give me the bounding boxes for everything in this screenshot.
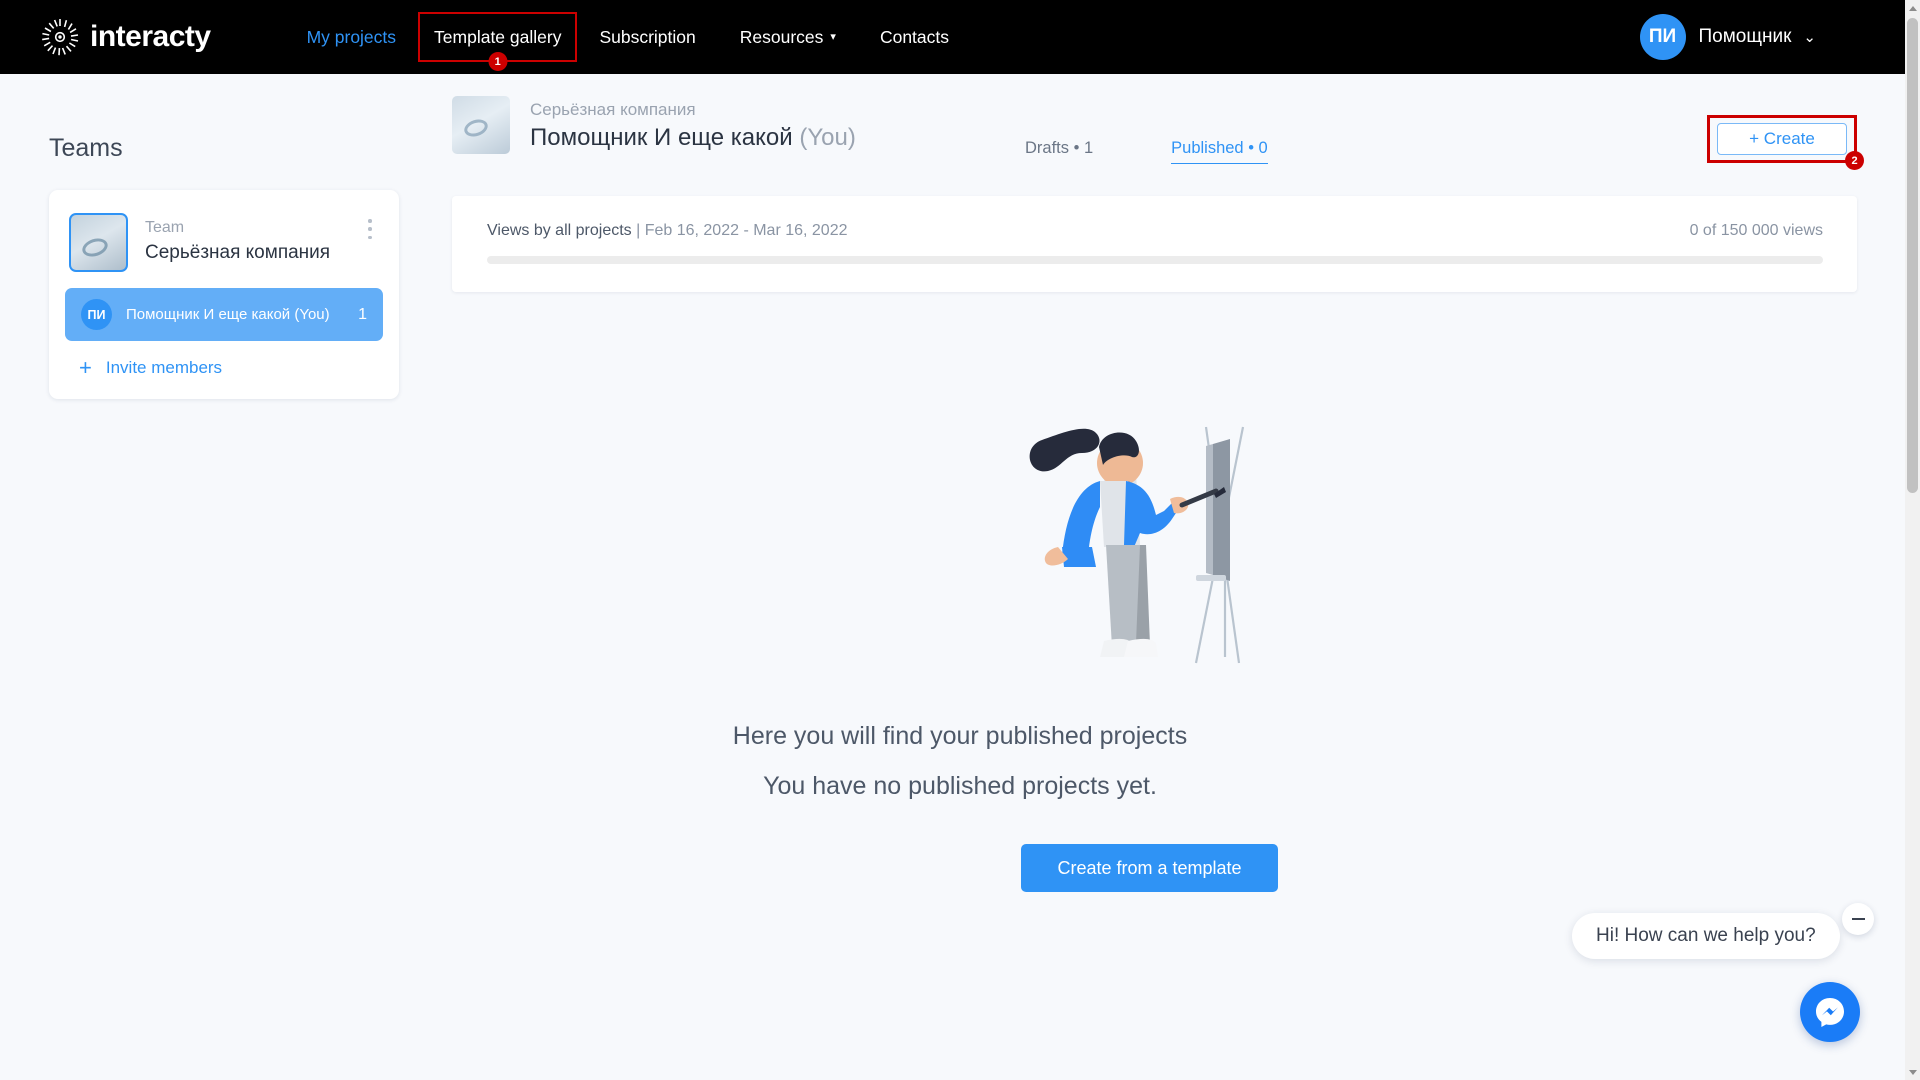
nav-contacts-label: Contacts xyxy=(879,26,950,47)
nav-my-projects-label: My projects xyxy=(306,26,397,47)
nav-template-gallery-label: Template gallery xyxy=(434,26,562,47)
team-member-item[interactable]: ПИ Помощник И еще какой (You) 1 xyxy=(65,288,383,341)
views-header: Views by all projects | Feb 16, 2022 - M… xyxy=(487,222,848,240)
scrollbar-thumb[interactable] xyxy=(1907,18,1918,493)
brand-logo[interactable]: interacty xyxy=(40,17,211,57)
nav-resources[interactable]: Resources ▾ xyxy=(718,0,858,74)
kebab-dot xyxy=(368,227,372,231)
member-name-label: Помощник И еще какой (You) xyxy=(126,305,330,323)
minimize-icon[interactable] xyxy=(1842,903,1874,935)
team-item[interactable]: Team Серьёзная компания xyxy=(65,206,383,284)
nav-resources-label: Resources xyxy=(739,26,824,47)
views-card: Views by all projects | Feb 16, 2022 - M… xyxy=(452,196,1857,292)
kebab-dot xyxy=(368,235,372,239)
triangle-down-icon xyxy=(1908,1069,1917,1075)
nav-subscription[interactable]: Subscription xyxy=(577,0,717,74)
create-from-template-button[interactable]: Create from a template xyxy=(1021,844,1278,892)
messenger-icon[interactable] xyxy=(1800,982,1860,1042)
user-name-label: Помощник xyxy=(1698,26,1792,47)
views-count-label: 0 of 150 000 views xyxy=(1689,222,1823,239)
team-meta: Team Серьёзная компания xyxy=(145,213,330,266)
triangle-up-icon xyxy=(1908,5,1917,11)
team-thumbnail xyxy=(69,213,128,272)
project-meta: Серьёзная компания Помощник И еще какой … xyxy=(530,98,856,153)
page-title: Помощник И еще какой (You) xyxy=(530,122,856,153)
project-team-label: Серьёзная компания xyxy=(530,99,696,119)
team-thumbnail-shape xyxy=(80,235,110,260)
team-name-label: Серьёзная компания xyxy=(145,242,331,263)
teams-card: Team Серьёзная компания ПИ Помощник И ещ… xyxy=(49,190,399,399)
chat-greeting-bubble[interactable]: Hi! How can we help you? xyxy=(1572,913,1840,959)
tab-drafts[interactable]: Drafts • 1 xyxy=(1025,139,1093,158)
chevron-down-icon: ▾ xyxy=(830,30,836,43)
user-menu[interactable]: ПИ Помощник ⌄ xyxy=(1639,0,1816,74)
minimize-bar xyxy=(1851,918,1865,920)
avatar: ПИ xyxy=(81,299,112,330)
kebab-dot xyxy=(368,219,372,223)
main-nav: My projects Template gallery 1 Subscript… xyxy=(285,0,971,74)
nav-contacts[interactable]: Contacts xyxy=(858,0,971,74)
empty-state-line-2: You have no published projects yet. xyxy=(763,772,1157,800)
annotation-badge-2: 2 xyxy=(1845,151,1864,170)
kebab-menu-icon[interactable] xyxy=(361,216,379,242)
teams-heading: Teams xyxy=(49,134,123,162)
tab-published[interactable]: Published • 0 xyxy=(1171,139,1268,164)
plus-icon: + xyxy=(79,355,92,380)
nav-template-gallery[interactable]: Template gallery 1 xyxy=(418,12,578,71)
create-button[interactable]: + Create xyxy=(1717,123,1847,155)
app-page: interacty My projects Template gallery 1… xyxy=(0,0,1920,1080)
project-thumbnail xyxy=(452,96,510,154)
project-header: Серьёзная компания Помощник И еще какой … xyxy=(452,96,856,154)
nav-my-projects[interactable]: My projects xyxy=(285,0,418,74)
nav-subscription-label: Subscription xyxy=(599,26,696,47)
top-navigation-bar: interacty My projects Template gallery 1… xyxy=(0,0,1920,74)
scroll-up-icon[interactable] xyxy=(1905,0,1920,16)
chevron-down-icon: ⌄ xyxy=(1803,29,1816,46)
views-separator: | xyxy=(631,222,645,239)
avatar: ПИ xyxy=(1639,14,1686,60)
annotation-badge-1: 1 xyxy=(488,52,508,71)
views-date-range: Feb 16, 2022 - Mar 16, 2022 xyxy=(644,222,848,239)
views-label: Views by all projects xyxy=(487,222,632,239)
scroll-down-icon[interactable] xyxy=(1905,1064,1920,1080)
page-scrollbar[interactable] xyxy=(1905,0,1920,1080)
views-progress-bar xyxy=(487,256,1823,264)
project-tabs: Drafts • 1 Published • 0 xyxy=(1025,139,1268,164)
member-project-count: 1 xyxy=(358,305,367,323)
invite-members-label: Invite members xyxy=(105,358,223,377)
invite-members-button[interactable]: + Invite members xyxy=(65,357,383,379)
page-title-suffix: (You) xyxy=(799,123,856,151)
empty-state-line-1: Here you will find your published projec… xyxy=(732,722,1188,750)
team-type-label: Team xyxy=(145,219,185,236)
woman-painting-at-easel-illustration xyxy=(1000,395,1280,680)
sunburst-logo-icon xyxy=(40,17,80,57)
project-thumbnail-shape xyxy=(462,116,490,140)
page-title-text: Помощник И еще какой xyxy=(530,123,793,151)
brand-name: interacty xyxy=(90,20,211,53)
